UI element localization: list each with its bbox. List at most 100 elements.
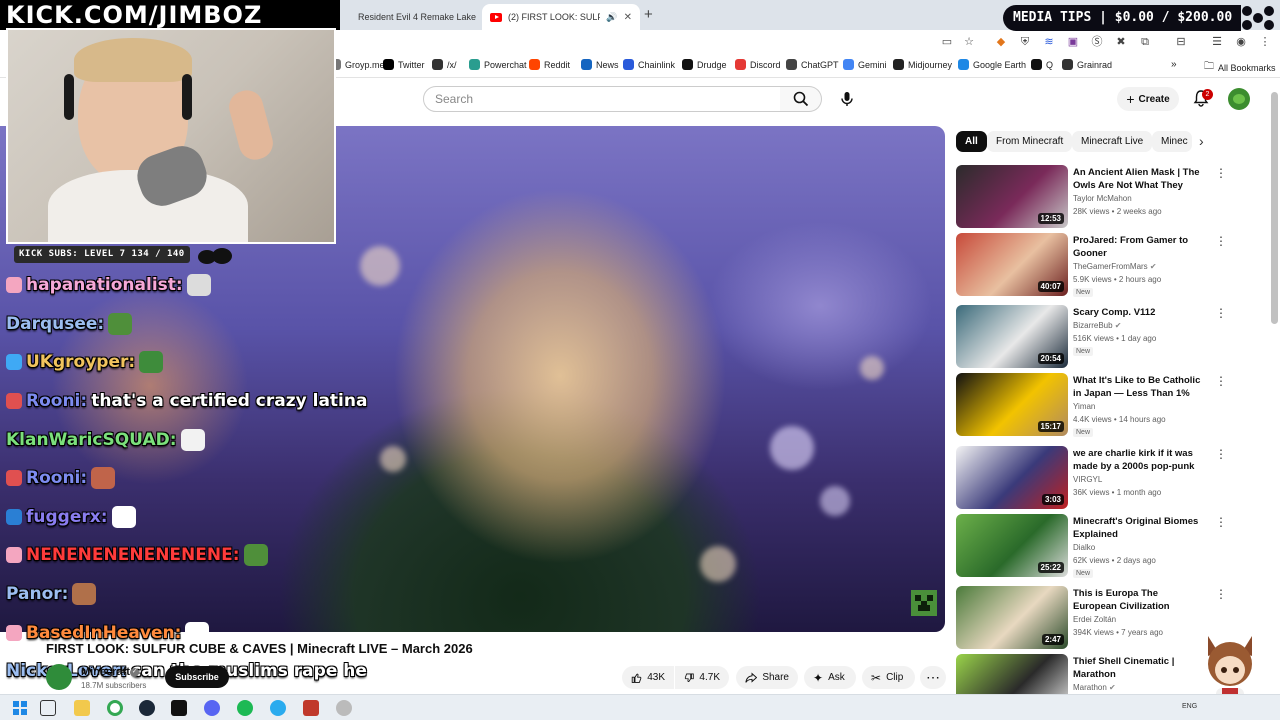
share-button[interactable]: Share <box>736 666 798 689</box>
video-thumbnail[interactable]: 12:53 <box>956 165 1068 228</box>
recommended-video[interactable]: 2:47 This is Europa The European Civiliza… <box>956 586 1227 650</box>
bookmark-groyp-me[interactable]: Groyp.me <box>330 59 385 70</box>
discord-app-icon[interactable] <box>204 700 220 716</box>
video-menu-icon[interactable]: ⋮ <box>1215 516 1227 528</box>
channel-name[interactable]: Minecraft <box>81 666 130 678</box>
bookmark-google-earth[interactable]: Google Earth <box>958 59 1026 70</box>
channel-name[interactable]: VIRGYL <box>1073 475 1102 484</box>
channel-name[interactable]: TheGamerFromMars ✔ <box>1073 262 1157 271</box>
channel-name[interactable]: Yiman <box>1073 402 1095 411</box>
subscribe-button[interactable]: Subscribe <box>165 666 229 688</box>
profile-icon[interactable]: ◉ <box>1234 35 1248 49</box>
video-thumbnail[interactable]: 3:03 <box>956 446 1068 509</box>
menu-kebab-icon[interactable]: ⋮ <box>1258 35 1272 49</box>
dislike-button[interactable]: 4.7K <box>675 666 729 689</box>
page-scrollbar[interactable] <box>1271 92 1278 324</box>
video-menu-icon[interactable]: ⋮ <box>1215 375 1227 387</box>
video-title[interactable]: we are charlie kirk if it was made by a … <box>1073 447 1203 473</box>
video-title[interactable]: Scary Comp. V112 <box>1073 306 1203 319</box>
chrome-icon[interactable] <box>107 700 123 716</box>
bookmark-powerchat[interactable]: Powerchat <box>469 59 527 70</box>
recommended-video[interactable]: 25:22 Minecraft's Original Biomes Explain… <box>956 514 1227 578</box>
video-thumbnail[interactable]: 2:47 <box>956 586 1068 649</box>
obs-app-icon[interactable] <box>303 700 319 716</box>
search-input[interactable]: Search <box>423 86 781 112</box>
bookmark-discord[interactable]: Discord <box>735 59 781 70</box>
metamask-extension-icon[interactable]: ◆ <box>994 35 1008 49</box>
chip-minecraft-more[interactable]: Minec <box>1152 131 1192 152</box>
account-avatar[interactable] <box>1228 88 1250 110</box>
bookmark-chainlink[interactable]: Chainlink <box>623 59 675 70</box>
channel-avatar[interactable] <box>46 664 72 690</box>
bookmark-star-icon[interactable]: ☆ <box>962 35 976 49</box>
like-button[interactable]: 43K <box>622 666 674 689</box>
search-button[interactable] <box>780 86 822 112</box>
video-title[interactable]: Minecraft's Original Biomes Explained <box>1073 515 1203 541</box>
recommended-video[interactable]: 15:17 What It's Like to Be Catholic in Ja… <box>956 373 1227 437</box>
bookmark-grainrad[interactable]: Grainrad <box>1062 59 1112 70</box>
video-title[interactable]: Thief Shell Cinematic | Marathon <box>1073 655 1203 681</box>
file-explorer-icon[interactable] <box>74 700 90 716</box>
misc-app-icon[interactable] <box>336 700 352 716</box>
video-title[interactable]: ProJared: From Gamer to Gooner <box>1073 234 1203 260</box>
channel-name[interactable]: Marathon ✔ <box>1073 683 1116 692</box>
video-menu-icon[interactable]: ⋮ <box>1215 588 1227 600</box>
more-actions-button[interactable]: ⋯ <box>920 666 946 689</box>
browser-tab-resident-evil[interactable]: Resident Evil 4 Remake Lake ✕ <box>350 4 480 30</box>
steam-icon[interactable] <box>139 700 155 716</box>
voice-search-button[interactable] <box>833 86 861 112</box>
recommended-video[interactable]: 40:07 ProJared: From Gamer to Gooner TheGa… <box>956 233 1227 297</box>
language-indicator[interactable]: ENG <box>1182 703 1197 710</box>
bookmark-midjourney[interactable]: Midjourney <box>893 59 952 70</box>
chip-all[interactable]: All <box>956 131 987 152</box>
video-thumbnail[interactable]: 40:07 <box>956 233 1068 296</box>
s-extension-icon[interactable]: Ⓢ <box>1090 35 1104 49</box>
new-tab-button[interactable]: + <box>644 6 653 23</box>
browser-tab-first-look[interactable]: (2) FIRST LOOK: SULFUR CU 🔊 ✕ <box>482 4 640 30</box>
reading-list-icon[interactable]: ☰ <box>1210 35 1224 49</box>
video-thumbnail[interactable]: 20:54 <box>956 305 1068 368</box>
recommended-video[interactable]: 20:54 Scary Comp. V112 BizarreBub ✔ 516K vi… <box>956 305 1227 369</box>
chevron-right-icon[interactable]: › <box>1199 133 1204 149</box>
telegram-icon[interactable] <box>270 700 286 716</box>
wave-extension-icon[interactable]: ≋ <box>1042 35 1056 49</box>
x-extension-icon[interactable]: ✖ <box>1114 35 1128 49</box>
video-thumbnail[interactable]: 15:17 <box>956 373 1068 436</box>
bookmark-q[interactable]: Q <box>1031 59 1053 70</box>
task-view-icon[interactable] <box>40 700 56 716</box>
video-title[interactable]: This is Europa The European Civilization <box>1073 587 1203 613</box>
bookmark-drudge[interactable]: Drudge <box>682 59 727 70</box>
video-menu-icon[interactable]: ⋮ <box>1215 235 1227 247</box>
video-title[interactable]: An Ancient Alien Mask | The Owls Are Not… <box>1073 166 1203 192</box>
channel-name[interactable]: Taylor McMahon <box>1073 194 1132 203</box>
bookmark-reddit[interactable]: Reddit <box>529 59 570 70</box>
cast-icon[interactable]: ▭ <box>940 35 954 49</box>
channel-name[interactable]: BizarreBub ✔ <box>1073 321 1122 330</box>
bookmark-gemini[interactable]: Gemini <box>843 59 887 70</box>
shield-extension-icon[interactable]: ⛨ <box>1018 35 1032 49</box>
bookmark-chatgpt[interactable]: ChatGPT <box>786 59 839 70</box>
spotify-icon[interactable] <box>237 700 253 716</box>
video-menu-icon[interactable]: ⋮ <box>1215 167 1227 179</box>
video-title[interactable]: What It's Like to Be Catholic in Japan —… <box>1073 374 1203 400</box>
all-bookmarks-folder[interactable]: 🗀 All Bookmarks <box>1204 59 1276 76</box>
chip-from-minecraft[interactable]: From Minecraft <box>987 131 1073 152</box>
bookmark-twitter[interactable]: Twitter <box>383 59 425 70</box>
tv-extension-icon[interactable]: ▣ <box>1066 35 1080 49</box>
video-thumbnail[interactable]: 25:22 <box>956 514 1068 577</box>
channel-name[interactable]: Erdei Zoltán <box>1073 615 1116 624</box>
video-menu-icon[interactable]: ⋮ <box>1215 448 1227 460</box>
bookmark-x[interactable]: /x/ <box>432 59 457 70</box>
puzzle-extensions-icon[interactable]: ⧉ <box>1138 35 1152 49</box>
terminal-icon[interactable] <box>171 700 187 716</box>
speaker-icon[interactable]: 🔊 <box>606 12 617 23</box>
ask-button[interactable]: ✦ Ask <box>804 666 856 689</box>
recommended-video[interactable]: 12:53 An Ancient Alien Mask | The Owls Ar… <box>956 165 1227 229</box>
video-menu-icon[interactable]: ⋮ <box>1215 307 1227 319</box>
clip-button[interactable]: ✂ Clip <box>862 666 915 689</box>
channel-name[interactable]: Dialko <box>1073 543 1095 552</box>
media-control-icon[interactable]: ⊟ <box>1174 35 1188 49</box>
recommended-video[interactable]: 3:03 we are charlie kirk if it was made b… <box>956 446 1227 510</box>
close-tab-icon[interactable]: ✕ <box>624 12 632 23</box>
create-button[interactable]: + Create <box>1117 87 1179 111</box>
